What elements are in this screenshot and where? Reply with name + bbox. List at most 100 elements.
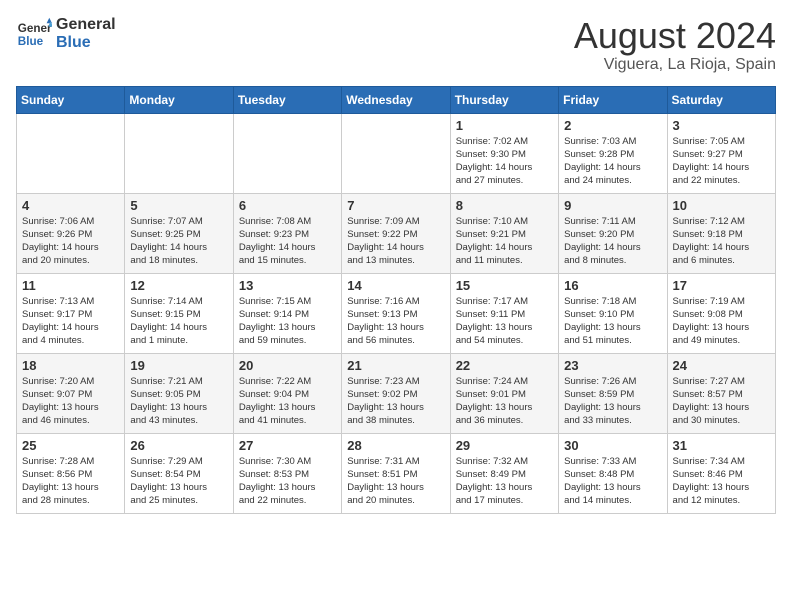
logo-general: General (56, 16, 116, 34)
calendar-cell: 20 Sunrise: 7:22 AM Sunset: 9:04 PM Dayli… (233, 353, 341, 433)
day-info: Sunrise: 7:02 AM Sunset: 9:30 PM Dayligh… (456, 135, 553, 188)
day-number: 13 (239, 278, 336, 293)
calendar-cell: 9Sunrise: 7:11 AM Sunset: 9:20 PM Daylig… (559, 193, 667, 273)
day-info: Sunrise: 7:31 AM Sunset: 8:51 PM Dayligh… (347, 455, 444, 508)
day-number: 12 (130, 278, 227, 293)
day-number: 7 (347, 198, 444, 213)
day-info: Sunrise: 7:22 AM Sunset: 9:04 PM Dayligh… (239, 375, 336, 428)
day-number: 27 (239, 438, 336, 453)
day-info: Sunrise: 7:29 AM Sunset: 8:54 PM Dayligh… (130, 455, 227, 508)
day-info: Sunrise: 7:21 AM Sunset: 9:05 PM Dayligh… (130, 375, 227, 428)
day-info: Sunrise: 7:15 AM Sunset: 9:14 PM Dayligh… (239, 295, 336, 348)
day-number: 6 (239, 198, 336, 213)
day-info: Sunrise: 7:16 AM Sunset: 9:13 PM Dayligh… (347, 295, 444, 348)
calendar-cell: 7 Sunrise: 7:09 AM Sunset: 9:22 PM Daylig… (342, 193, 450, 273)
title-block: August 2024 Viguera, La Rioja, Spain (574, 16, 776, 74)
day-number: 15 (456, 278, 553, 293)
day-info: Sunrise: 7:23 AM Sunset: 9:02 PM Dayligh… (347, 375, 444, 428)
calendar-cell: 24 Sunrise: 7:27 AM Sunset: 8:57 PM Dayli… (667, 353, 775, 433)
weekday-header-friday: Friday (559, 86, 667, 113)
calendar-cell: 29Sunrise: 7:32 AM Sunset: 8:49 PM Dayli… (450, 433, 558, 513)
day-number: 10 (673, 198, 770, 213)
calendar-cell: 18Sunrise: 7:20 AM Sunset: 9:07 PM Dayli… (17, 353, 125, 433)
day-info: Sunrise: 7:17 AM Sunset: 9:11 PM Dayligh… (456, 295, 553, 348)
page-header: General Blue General Blue August 2024 Vi… (16, 16, 776, 74)
svg-text:General: General (18, 22, 52, 35)
day-info: Sunrise: 7:24 AM Sunset: 9:01 PM Dayligh… (456, 375, 553, 428)
logo: General Blue General Blue (16, 16, 116, 52)
day-number: 25 (22, 438, 119, 453)
calendar-cell: 15 Sunrise: 7:17 AM Sunset: 9:11 PM Dayli… (450, 273, 558, 353)
calendar-cell: 11 Sunrise: 7:13 AM Sunset: 9:17 PM Dayli… (17, 273, 125, 353)
calendar-subtitle: Viguera, La Rioja, Spain (574, 56, 776, 74)
calendar-week-row: 18Sunrise: 7:20 AM Sunset: 9:07 PM Dayli… (17, 353, 776, 433)
calendar-cell: 16Sunrise: 7:18 AM Sunset: 9:10 PM Dayli… (559, 273, 667, 353)
calendar-cell: 30Sunrise: 7:33 AM Sunset: 8:48 PM Dayli… (559, 433, 667, 513)
calendar-cell: 1Sunrise: 7:02 AM Sunset: 9:30 PM Daylig… (450, 113, 558, 193)
calendar-cell: 22 Sunrise: 7:24 AM Sunset: 9:01 PM Dayli… (450, 353, 558, 433)
day-number: 9 (564, 198, 661, 213)
calendar-cell: 13 Sunrise: 7:15 AM Sunset: 9:14 PM Dayli… (233, 273, 341, 353)
calendar-cell (17, 113, 125, 193)
day-info: Sunrise: 7:26 AM Sunset: 8:59 PM Dayligh… (564, 375, 661, 428)
calendar-cell: 6 Sunrise: 7:08 AM Sunset: 9:23 PM Daylig… (233, 193, 341, 273)
weekday-header-saturday: Saturday (667, 86, 775, 113)
calendar-week-row: 4Sunrise: 7:06 AM Sunset: 9:26 PM Daylig… (17, 193, 776, 273)
day-info: Sunrise: 7:07 AM Sunset: 9:25 PM Dayligh… (130, 215, 227, 268)
day-number: 18 (22, 358, 119, 373)
day-info: Sunrise: 7:14 AM Sunset: 9:15 PM Dayligh… (130, 295, 227, 348)
day-info: Sunrise: 7:27 AM Sunset: 8:57 PM Dayligh… (673, 375, 770, 428)
calendar-cell: 12 Sunrise: 7:14 AM Sunset: 9:15 PM Dayli… (125, 273, 233, 353)
day-number: 21 (347, 358, 444, 373)
day-info: Sunrise: 7:30 AM Sunset: 8:53 PM Dayligh… (239, 455, 336, 508)
weekday-header-thursday: Thursday (450, 86, 558, 113)
day-number: 23 (564, 358, 661, 373)
calendar-week-row: 25 Sunrise: 7:28 AM Sunset: 8:56 PM Dayli… (17, 433, 776, 513)
day-info: Sunrise: 7:18 AM Sunset: 9:10 PM Dayligh… (564, 295, 661, 348)
calendar-cell: 3 Sunrise: 7:05 AM Sunset: 9:27 PM Daylig… (667, 113, 775, 193)
calendar-cell: 27 Sunrise: 7:30 AM Sunset: 8:53 PM Dayli… (233, 433, 341, 513)
day-info: Sunrise: 7:10 AM Sunset: 9:21 PM Dayligh… (456, 215, 553, 268)
calendar-week-row: 11 Sunrise: 7:13 AM Sunset: 9:17 PM Dayli… (17, 273, 776, 353)
calendar-cell (342, 113, 450, 193)
day-number: 4 (22, 198, 119, 213)
day-info: Sunrise: 7:05 AM Sunset: 9:27 PM Dayligh… (673, 135, 770, 188)
calendar-cell: 19Sunrise: 7:21 AM Sunset: 9:05 PM Dayli… (125, 353, 233, 433)
day-info: Sunrise: 7:08 AM Sunset: 9:23 PM Dayligh… (239, 215, 336, 268)
day-info: Sunrise: 7:03 AM Sunset: 9:28 PM Dayligh… (564, 135, 661, 188)
weekday-header-sunday: Sunday (17, 86, 125, 113)
day-number: 20 (239, 358, 336, 373)
calendar-cell: 5Sunrise: 7:07 AM Sunset: 9:25 PM Daylig… (125, 193, 233, 273)
day-number: 17 (673, 278, 770, 293)
day-number: 22 (456, 358, 553, 373)
day-number: 26 (130, 438, 227, 453)
calendar-title: August 2024 (574, 16, 776, 56)
calendar-cell: 8 Sunrise: 7:10 AM Sunset: 9:21 PM Daylig… (450, 193, 558, 273)
logo-blue: Blue (56, 34, 116, 52)
weekday-header-wednesday: Wednesday (342, 86, 450, 113)
day-number: 14 (347, 278, 444, 293)
day-number: 3 (673, 118, 770, 133)
calendar-cell (233, 113, 341, 193)
day-info: Sunrise: 7:09 AM Sunset: 9:22 PM Dayligh… (347, 215, 444, 268)
calendar-cell: 10 Sunrise: 7:12 AM Sunset: 9:18 PM Dayli… (667, 193, 775, 273)
day-number: 11 (22, 278, 119, 293)
day-info: Sunrise: 7:32 AM Sunset: 8:49 PM Dayligh… (456, 455, 553, 508)
logo-icon: General Blue (16, 16, 52, 52)
day-info: Sunrise: 7:13 AM Sunset: 9:17 PM Dayligh… (22, 295, 119, 348)
calendar-cell: 23 Sunrise: 7:26 AM Sunset: 8:59 PM Dayli… (559, 353, 667, 433)
day-number: 8 (456, 198, 553, 213)
day-info: Sunrise: 7:12 AM Sunset: 9:18 PM Dayligh… (673, 215, 770, 268)
calendar-cell: 17Sunrise: 7:19 AM Sunset: 9:08 PM Dayli… (667, 273, 775, 353)
day-number: 24 (673, 358, 770, 373)
calendar-cell: 4Sunrise: 7:06 AM Sunset: 9:26 PM Daylig… (17, 193, 125, 273)
day-info: Sunrise: 7:28 AM Sunset: 8:56 PM Dayligh… (22, 455, 119, 508)
calendar-cell: 14 Sunrise: 7:16 AM Sunset: 9:13 PM Dayli… (342, 273, 450, 353)
day-number: 31 (673, 438, 770, 453)
calendar-cell: 26 Sunrise: 7:29 AM Sunset: 8:54 PM Dayli… (125, 433, 233, 513)
calendar-cell: 2Sunrise: 7:03 AM Sunset: 9:28 PM Daylig… (559, 113, 667, 193)
calendar-table: SundayMondayTuesdayWednesdayThursdayFrid… (16, 86, 776, 514)
day-info: Sunrise: 7:34 AM Sunset: 8:46 PM Dayligh… (673, 455, 770, 508)
calendar-cell: 28Sunrise: 7:31 AM Sunset: 8:51 PM Dayli… (342, 433, 450, 513)
day-number: 30 (564, 438, 661, 453)
